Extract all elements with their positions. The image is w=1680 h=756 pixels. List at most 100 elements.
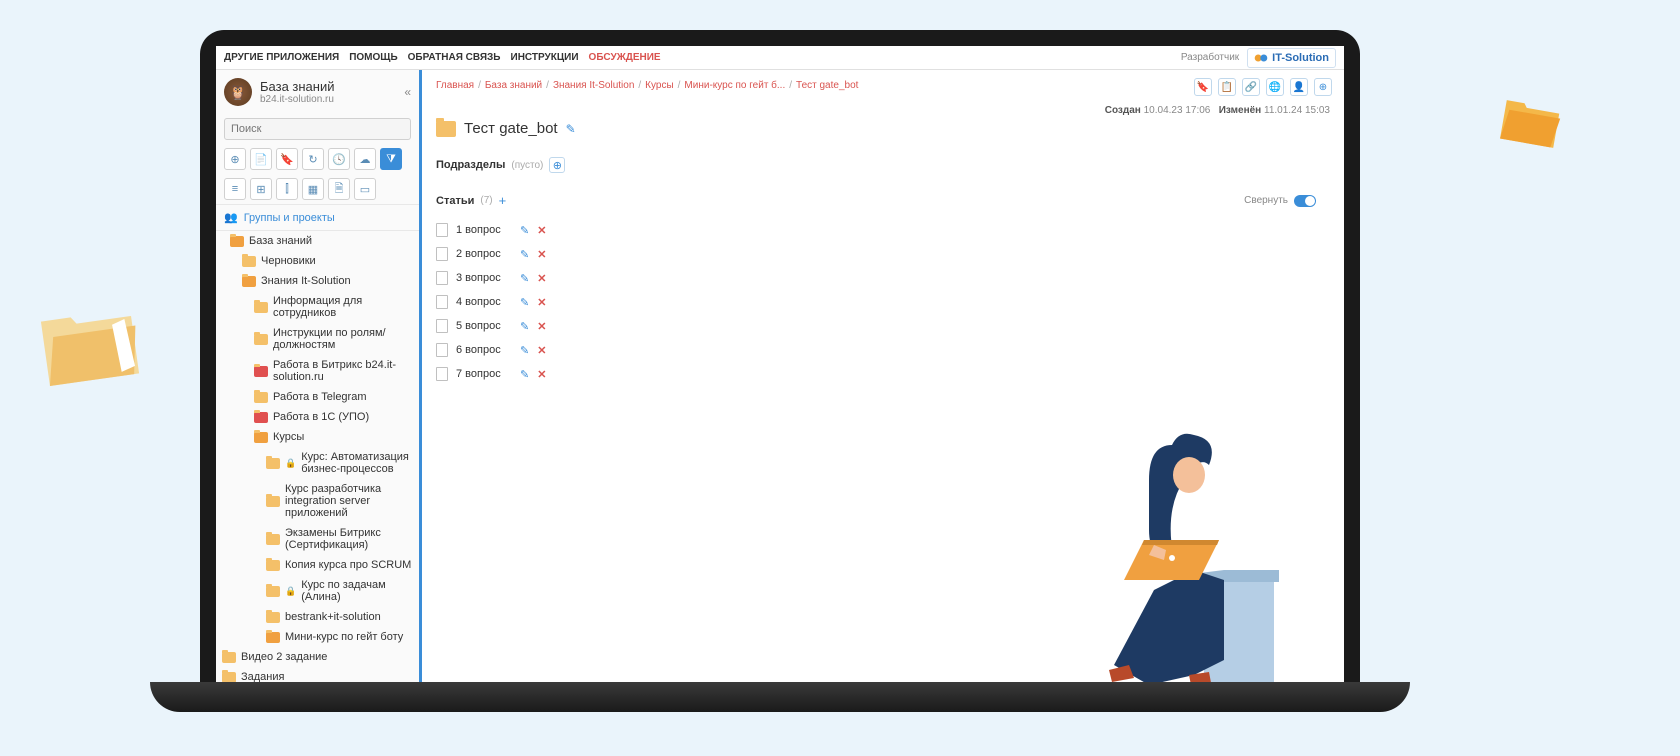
tree-item[interactable]: Знания It-Solution	[216, 271, 419, 291]
collapse-label: Свернуть	[1244, 195, 1288, 206]
tree-item[interactable]: Работа в 1С (УПО)	[216, 407, 419, 427]
tree-item-label: Курс по задачам (Алина)	[301, 579, 413, 603]
chart-icon[interactable]: ⫿	[276, 178, 298, 200]
document-icon	[436, 247, 448, 261]
tree-item-label: Информация для сотрудников	[273, 295, 413, 319]
brand-badge[interactable]: IT-Solution	[1247, 48, 1336, 68]
folder-icon	[436, 121, 456, 137]
user-action-icon[interactable]: 👤	[1290, 78, 1308, 96]
edit-article-icon[interactable]: ✎	[520, 344, 529, 357]
bookmark-icon[interactable]: 🔖	[276, 148, 298, 170]
tree-item[interactable]: Черновики	[216, 251, 419, 271]
topnav-item[interactable]: ПОМОЩЬ	[349, 52, 397, 63]
breadcrumb-item[interactable]: Знания It-Solution	[553, 80, 634, 91]
tree-item[interactable]: База знаний	[216, 231, 419, 251]
folder-icon	[254, 334, 268, 345]
tree-item[interactable]: Работа в Битрикс b24.it-solution.ru	[216, 355, 419, 387]
delete-article-icon[interactable]: ✕	[537, 368, 546, 381]
topnav-item[interactable]: ИНСТРУКЦИИ	[511, 52, 579, 63]
article-name[interactable]: 4 вопрос	[456, 296, 512, 308]
edit-article-icon[interactable]: ✎	[520, 296, 529, 309]
card-icon[interactable]: ▭	[354, 178, 376, 200]
globe-action-icon[interactable]: 🌐	[1266, 78, 1284, 96]
topnav-item[interactable]: ОБРАТНАЯ СВЯЗЬ	[408, 52, 501, 63]
main-content: Главная/База знаний/Знания It-Solution/К…	[422, 70, 1344, 690]
tree-item[interactable]: Экзамены Битрикс (Сертификация)	[216, 523, 419, 555]
delete-article-icon[interactable]: ✕	[537, 272, 546, 285]
topnav-item[interactable]: ОБСУЖДЕНИЕ	[589, 52, 661, 63]
edit-article-icon[interactable]: ✎	[520, 248, 529, 261]
subsections-label: Подразделы	[436, 159, 505, 171]
delete-article-icon[interactable]: ✕	[537, 248, 546, 261]
copy-action-icon[interactable]: 📋	[1218, 78, 1236, 96]
article-name[interactable]: 7 вопрос	[456, 368, 512, 380]
breadcrumb-item[interactable]: Тест gate_bot	[796, 80, 858, 91]
edit-article-icon[interactable]: ✎	[520, 368, 529, 381]
tree-item[interactable]: Копия курса про SCRUM	[216, 555, 419, 575]
tree-item[interactable]: bestrank+it-solution	[216, 607, 419, 627]
tree-item[interactable]: 🔒Курс: Автоматизация бизнес-процессов	[216, 447, 419, 479]
edit-title-icon[interactable]: ✎	[566, 122, 576, 136]
new-doc-icon[interactable]: 📄	[250, 148, 272, 170]
breadcrumb-item[interactable]: База знаний	[485, 80, 542, 91]
folder-icon	[222, 652, 236, 663]
filter-icon[interactable]: ⧩	[380, 148, 402, 170]
tree-item[interactable]: Работа в Telegram	[216, 387, 419, 407]
tree-item-label: Копия курса про SCRUM	[285, 559, 411, 571]
bookmark-action-icon[interactable]: 🔖	[1194, 78, 1212, 96]
tree-item[interactable]: Информация для сотрудников	[216, 291, 419, 323]
breadcrumb-item[interactable]: Мини-курс по гейт б...	[684, 80, 785, 91]
table-icon[interactable]: ▦	[302, 178, 324, 200]
delete-article-icon[interactable]: ✕	[537, 344, 546, 357]
article-name[interactable]: 5 вопрос	[456, 320, 512, 332]
add-article-button[interactable]: +	[499, 193, 507, 208]
grid-icon[interactable]: ⊞	[250, 178, 272, 200]
article-name[interactable]: 1 вопрос	[456, 224, 512, 236]
search-input[interactable]	[224, 118, 411, 140]
folder-icon	[266, 632, 280, 643]
article-name[interactable]: 3 вопрос	[456, 272, 512, 284]
cloud-icon[interactable]: ☁	[354, 148, 376, 170]
groups-projects-button[interactable]: 👥 Группы и проекты	[216, 204, 419, 231]
app-logo-icon: 🦉	[224, 78, 252, 106]
sidebar-subtitle: b24.it-solution.ru	[260, 94, 335, 105]
list-icon[interactable]: ≡	[224, 178, 246, 200]
edit-article-icon[interactable]: ✎	[520, 224, 529, 237]
history-icon[interactable]: ↻	[302, 148, 324, 170]
lock-icon: 🔒	[285, 458, 296, 469]
tree-item[interactable]: 🔒Курс по задачам (Алина)	[216, 575, 419, 607]
collapse-sidebar-icon[interactable]: «	[404, 85, 411, 99]
illustration-woman-laptop	[1054, 410, 1314, 690]
subsections-hint: (пусто)	[511, 160, 543, 171]
article-name[interactable]: 6 вопрос	[456, 344, 512, 356]
decorative-folder	[35, 303, 144, 391]
tree-item-label: Видео 2 задание	[241, 651, 327, 663]
delete-article-icon[interactable]: ✕	[537, 320, 546, 333]
delete-article-icon[interactable]: ✕	[537, 224, 546, 237]
developer-link[interactable]: Разработчик	[1181, 52, 1239, 63]
article-row: 3 вопрос ✎ ✕	[436, 266, 1330, 290]
article-row: 5 вопрос ✎ ✕	[436, 314, 1330, 338]
breadcrumb-item[interactable]: Курсы	[645, 80, 673, 91]
decorative-folder	[1496, 95, 1563, 153]
topnav-item[interactable]: ДРУГИЕ ПРИЛОЖЕНИЯ	[224, 52, 339, 63]
article-name[interactable]: 2 вопрос	[456, 248, 512, 260]
doc-view-icon[interactable]: 🗎	[328, 178, 350, 200]
tree-item[interactable]: Инструкции по ролям/должностям	[216, 323, 419, 355]
tree-item[interactable]: Курс разработчика integration server при…	[216, 479, 419, 523]
breadcrumb-item[interactable]: Главная	[436, 80, 474, 91]
share-action-icon[interactable]: ⊕	[1314, 78, 1332, 96]
folder-icon	[266, 534, 280, 545]
edit-article-icon[interactable]: ✎	[520, 320, 529, 333]
link-action-icon[interactable]: 🔗	[1242, 78, 1260, 96]
new-folder-icon[interactable]: ⊕	[224, 148, 246, 170]
tree-item-label: Экзамены Битрикс (Сертификация)	[285, 527, 413, 551]
add-subsection-button[interactable]: ⊕	[549, 157, 565, 173]
tree-item[interactable]: Видео 2 задание	[216, 647, 419, 667]
clock-icon[interactable]: 🕓	[328, 148, 350, 170]
delete-article-icon[interactable]: ✕	[537, 296, 546, 309]
collapse-toggle[interactable]	[1294, 195, 1316, 207]
tree-item[interactable]: Мини-курс по гейт боту	[216, 627, 419, 647]
edit-article-icon[interactable]: ✎	[520, 272, 529, 285]
tree-item[interactable]: Курсы	[216, 427, 419, 447]
